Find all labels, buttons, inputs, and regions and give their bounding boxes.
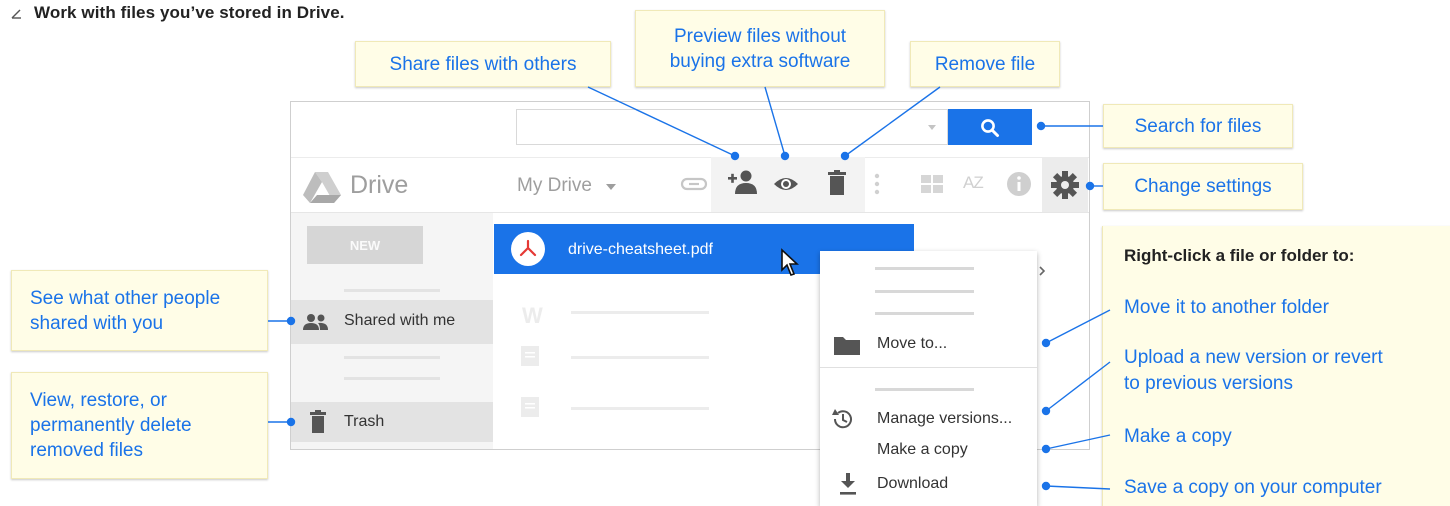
callout-connectors — [268, 86, 1111, 491]
